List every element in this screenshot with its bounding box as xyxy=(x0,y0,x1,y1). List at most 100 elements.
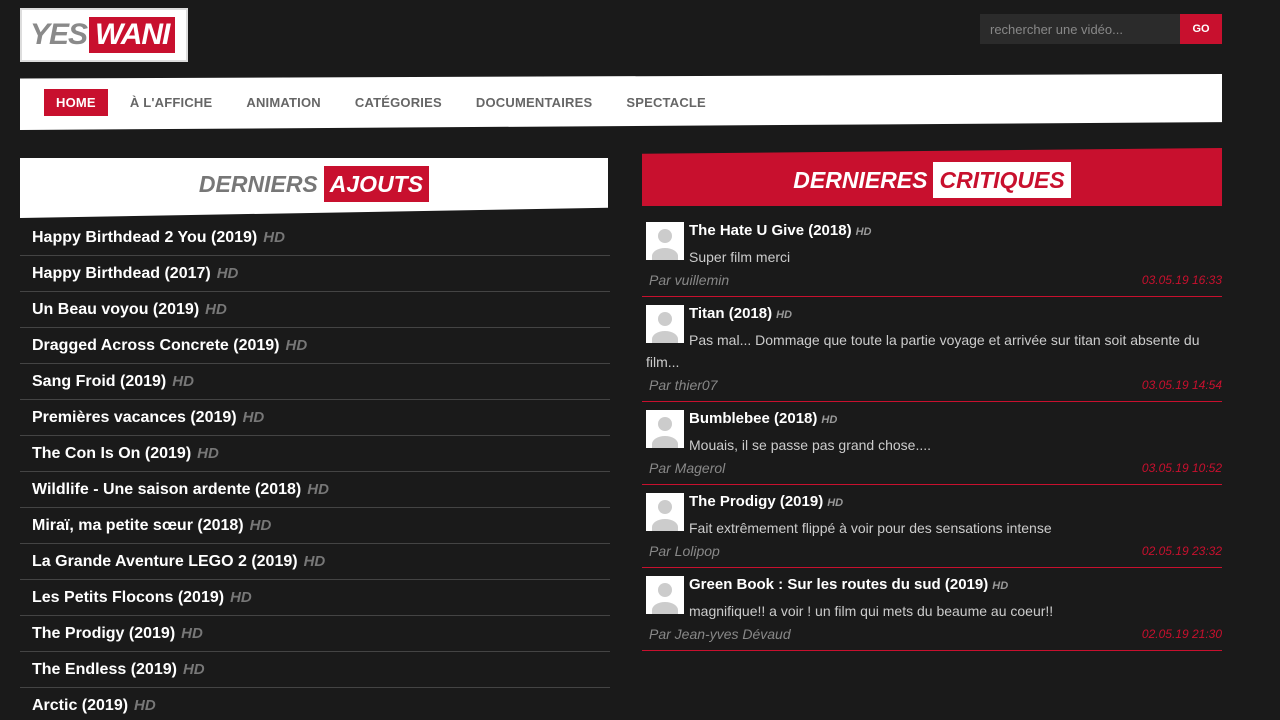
hd-badge: HD xyxy=(181,625,203,642)
movie-list-item[interactable]: Dragged Across Concrete (2019) HD xyxy=(20,328,610,364)
movie-list-item[interactable]: The Prodigy (2019) HD xyxy=(20,616,610,652)
hd-badge: HD xyxy=(249,517,272,534)
review-list: The Hate U Give (2018) HD Super film merc… xyxy=(642,214,1222,651)
search-form: GO xyxy=(980,14,1222,44)
review-author: Par Jean-yves Dévaud xyxy=(649,626,791,642)
movie-title[interactable]: Wildlife - Une saison ardente (2018) xyxy=(32,481,301,499)
review-text: magnifique!! a voir ! un film qui mets d… xyxy=(689,603,1054,619)
movie-list-item[interactable]: Sang Froid (2019) HD xyxy=(20,364,610,400)
hd-badge: HD xyxy=(307,481,329,498)
movie-title[interactable]: Arctic (2019) xyxy=(32,697,128,715)
review-item: The Prodigy (2019) HD Fait extrêmement fl… xyxy=(642,485,1222,568)
user-avatar-icon xyxy=(646,410,684,448)
review-author: Par Magerol xyxy=(649,460,726,476)
movie-title[interactable]: The Con Is On (2019) xyxy=(32,445,191,463)
user-avatar-icon xyxy=(646,493,684,531)
movie-title[interactable]: The Prodigy (2019) xyxy=(32,625,175,643)
nav-item-documentaires[interactable]: DOCUMENTAIRES xyxy=(464,89,604,116)
movie-title[interactable]: Happy Birthdead (2017) xyxy=(32,265,211,283)
review-date: 03.05.19 16:33 xyxy=(1141,273,1222,287)
section-title-word1: DERNIERES xyxy=(793,166,928,193)
review-movie-title[interactable]: The Hate U Give (2018) xyxy=(689,222,852,239)
movie-list-item[interactable]: Arctic (2019) HD xyxy=(20,688,610,720)
movie-title[interactable]: Miraï, ma petite sœur (2018) xyxy=(32,517,244,535)
section-title-word2: AJOUTS xyxy=(323,165,430,202)
hd-badge: HD xyxy=(821,414,838,426)
movie-title[interactable]: Dragged Across Concrete (2019) xyxy=(32,337,280,355)
movie-title[interactable]: La Grande Aventure LEGO 2 (2019) xyxy=(32,553,298,571)
hd-badge: HD xyxy=(827,497,844,509)
nav-item-a-laffiche[interactable]: À L'AFFICHE xyxy=(118,89,225,116)
section-title: DERNIERES CRITIQUES xyxy=(793,161,1071,198)
nav-item-spectacle[interactable]: SPECTACLE xyxy=(614,89,718,116)
movie-title[interactable]: Un Beau voyou (2019) xyxy=(32,301,199,319)
latest-reviews-section: DERNIERES CRITIQUES The Hate U Give (2018… xyxy=(642,148,1222,651)
movie-title[interactable]: Les Petits Flocons (2019) xyxy=(32,589,224,607)
user-avatar-icon xyxy=(646,222,684,260)
review-text: Super film merci xyxy=(689,249,791,265)
review-date: 02.05.19 21:30 xyxy=(1141,627,1222,641)
hd-badge: HD xyxy=(216,265,239,282)
latest-additions-header: DERNIERS AJOUTS xyxy=(20,158,608,218)
hd-badge: HD xyxy=(205,301,227,318)
nav-item-home[interactable]: HOME xyxy=(44,88,108,116)
review-date: 03.05.19 14:54 xyxy=(1141,378,1222,392)
review-date: 02.05.19 23:32 xyxy=(1141,544,1222,558)
hd-badge: HD xyxy=(263,229,285,246)
review-author: Par thier07 xyxy=(649,377,718,393)
search-input[interactable] xyxy=(980,14,1180,44)
movie-title[interactable]: Sang Froid (2019) xyxy=(32,373,166,391)
movie-list-item[interactable]: Happy Birthdead (2017) HD xyxy=(20,256,610,292)
review-item: Green Book : Sur les routes du sud (2019… xyxy=(642,568,1222,651)
movie-list-item[interactable]: The Con Is On (2019) HD xyxy=(20,436,610,472)
movie-title[interactable]: The Endless (2019) xyxy=(32,661,177,679)
hd-badge: HD xyxy=(197,445,219,462)
hd-badge: HD xyxy=(776,309,792,321)
review-movie-title[interactable]: Titan (2018) xyxy=(689,305,772,322)
latest-reviews-header: DERNIERES CRITIQUES xyxy=(642,148,1222,206)
movie-list-item[interactable]: Les Petits Flocons (2019) HD xyxy=(20,580,610,616)
review-item: Bumblebee (2018) HD Mouais, il se passe p… xyxy=(642,402,1222,485)
site-logo[interactable]: YES WANI xyxy=(20,8,188,62)
movie-title[interactable]: Happy Birthdead 2 You (2019) xyxy=(32,229,257,247)
hd-badge: HD xyxy=(134,697,156,714)
review-movie-title[interactable]: The Prodigy (2019) xyxy=(689,493,823,510)
nav-item-animation[interactable]: ANIMATION xyxy=(234,89,333,116)
movie-list-item[interactable]: Wildlife - Une saison ardente (2018) HD xyxy=(20,472,610,508)
movie-list-item[interactable]: Un Beau voyou (2019) HD xyxy=(20,292,610,328)
review-item: Titan (2018) HD Pas mal... Dommage que to… xyxy=(642,297,1222,402)
movie-list: Happy Birthdead 2 You (2019) HD Happy Bir… xyxy=(20,220,610,720)
logo-text-yes: YES xyxy=(30,18,88,51)
movie-title[interactable]: Premières vacances (2019) xyxy=(32,409,237,427)
hd-badge: HD xyxy=(172,373,194,390)
search-button[interactable]: GO xyxy=(1180,14,1222,44)
latest-additions-section: DERNIERS AJOUTS Happy Birthdead 2 You (20… xyxy=(20,158,610,720)
review-movie-title[interactable]: Bumblebee (2018) xyxy=(689,410,817,427)
review-text: Mouais, il se passe pas grand chose.... xyxy=(689,437,932,453)
movie-list-item[interactable]: Premières vacances (2019) HD xyxy=(20,400,610,436)
user-avatar-icon xyxy=(646,576,684,614)
review-author: Par Lolipop xyxy=(649,543,720,559)
review-text: Pas mal... Dommage que toute la partie v… xyxy=(646,332,1200,370)
hd-badge: HD xyxy=(230,589,252,606)
hd-badge: HD xyxy=(242,409,265,426)
user-avatar-icon xyxy=(646,305,684,343)
review-movie-title[interactable]: Green Book : Sur les routes du sud (2019… xyxy=(689,576,988,593)
review-author: Par vuillemin xyxy=(649,272,730,288)
nav-item-categories[interactable]: CATÉGORIES xyxy=(343,89,454,116)
review-item: The Hate U Give (2018) HD Super film merc… xyxy=(642,214,1222,297)
hd-badge: HD xyxy=(855,226,872,238)
hd-badge: HD xyxy=(992,580,1009,592)
section-title: DERNIERS AJOUTS xyxy=(198,165,430,202)
hd-badge: HD xyxy=(285,337,308,354)
hd-badge: HD xyxy=(182,661,205,678)
review-date: 03.05.19 10:52 xyxy=(1141,461,1222,475)
movie-list-item[interactable]: La Grande Aventure LEGO 2 (2019) HD xyxy=(20,544,610,580)
movie-list-item[interactable]: The Endless (2019) HD xyxy=(20,652,610,688)
movie-list-item[interactable]: Happy Birthdead 2 You (2019) HD xyxy=(20,220,610,256)
section-title-word1: DERNIERS xyxy=(198,170,318,197)
movie-list-item[interactable]: Miraï, ma petite sœur (2018) HD xyxy=(20,508,610,544)
main-nav: HOME À L'AFFICHE ANIMATION CATÉGORIES DO… xyxy=(20,74,1222,130)
logo-text-wani: WANI xyxy=(89,17,176,53)
hd-badge: HD xyxy=(303,553,326,570)
